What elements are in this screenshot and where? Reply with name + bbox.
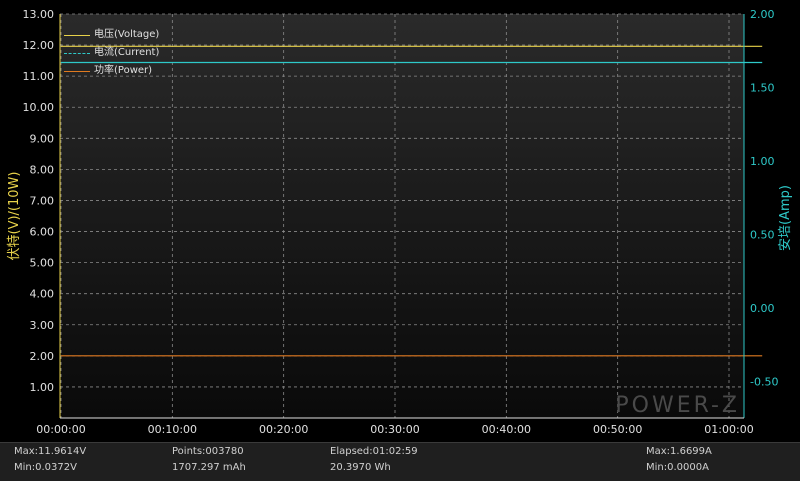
watermark-logo: POWER-Z — [615, 393, 740, 418]
x-tick-label: 00:00:00 — [36, 423, 85, 436]
right-tick-label: 1.50 — [750, 81, 775, 94]
left-tick-label: 11.00 — [23, 70, 55, 83]
right-tick-label: -0.50 — [750, 375, 778, 388]
legend-item: 电流(Current) — [62, 44, 159, 62]
left-tick-label: 10.00 — [23, 101, 55, 114]
capacity: 1707.297 mAh — [172, 462, 246, 473]
left-tick-label: 7.00 — [30, 194, 55, 207]
x-tick-label: 00:40:00 — [482, 423, 531, 436]
legend: 电压(Voltage) 电流(Current) 功率(Power) — [62, 26, 159, 80]
legend-swatch — [64, 35, 90, 36]
left-tick-label: 2.00 — [30, 350, 55, 363]
left-tick-label: 12.00 — [23, 39, 55, 52]
min-voltage: Min:0.0372V — [14, 462, 77, 473]
left-tick-label: 13.00 — [23, 8, 55, 21]
max-current: Max:1.6699A — [646, 446, 712, 457]
left-tick-label: 9.00 — [30, 132, 55, 145]
right-tick-label: 2.00 — [750, 8, 775, 21]
x-tick-label: 00:30:00 — [370, 423, 419, 436]
x-tick-label: 00:20:00 — [259, 423, 308, 436]
left-tick-label: 6.00 — [30, 226, 55, 239]
x-tick-label: 00:50:00 — [593, 423, 642, 436]
min-current: Min:0.0000A — [646, 462, 709, 473]
legend-swatch — [64, 53, 90, 54]
max-voltage: Max:11.9614V — [14, 446, 87, 457]
power-z-monitor: 1.00 2.00 3.00 4.00 5.00 6.00 7.00 8.00 9.00 10.0… — [0, 0, 800, 481]
legend-label: 电压(Voltage) — [94, 29, 160, 40]
status-bar: Max:11.9614V Min:0.0372V Points:003780 1… — [0, 442, 800, 481]
elapsed-time: Elapsed:01:02:59 — [330, 446, 418, 457]
legend-label: 电流(Current) — [94, 47, 160, 58]
left-tick-label: 4.00 — [30, 288, 55, 301]
right-tick-label: 0.50 — [750, 228, 775, 241]
legend-item: 功率(Power) — [62, 62, 159, 80]
legend-label: 功率(Power) — [94, 65, 153, 76]
left-tick-label: 5.00 — [30, 257, 55, 270]
left-tick-label: 8.00 — [30, 163, 55, 176]
right-tick-label: 1.00 — [750, 155, 775, 168]
left-axis-title: 伏特(V)/(10W) — [7, 172, 22, 261]
energy: 20.3970 Wh — [330, 462, 391, 473]
legend-item: 电压(Voltage) — [62, 26, 159, 44]
points-count: Points:003780 — [172, 446, 244, 457]
right-axis-title: 安培(Amp) — [777, 185, 793, 251]
left-tick-label: 1.00 — [30, 381, 55, 394]
left-tick-label: 3.00 — [30, 319, 55, 332]
x-tick-label: 01:00:00 — [704, 423, 753, 436]
legend-swatch — [64, 71, 90, 72]
plot-area — [60, 14, 744, 418]
x-tick-label: 00:10:00 — [148, 423, 197, 436]
right-tick-label: 0.00 — [750, 302, 775, 315]
